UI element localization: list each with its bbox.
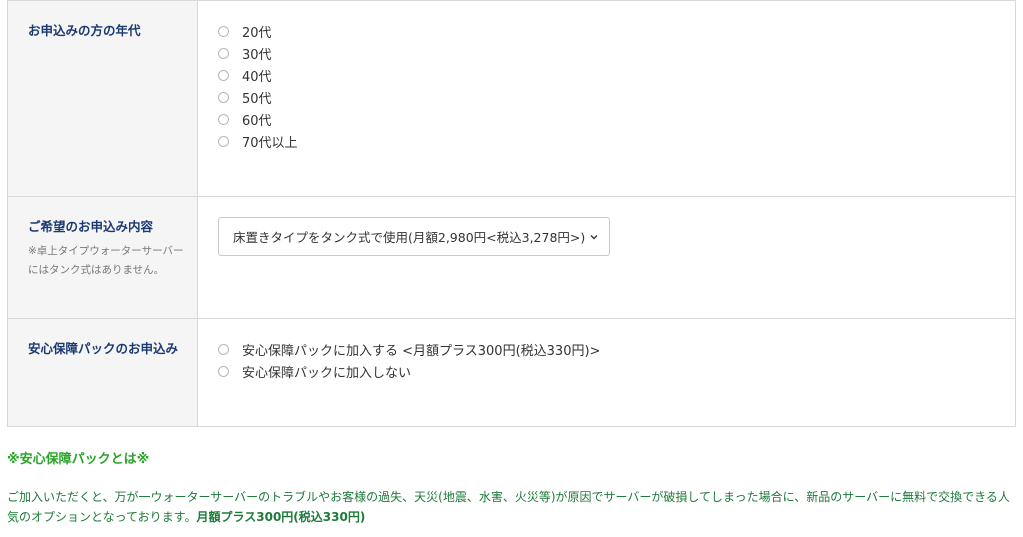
age-row: お申込みの方の年代 20代 30代 40代 50代 60代 70代以上 bbox=[8, 1, 1015, 197]
radio-label[interactable]: 70代以上 bbox=[242, 132, 298, 151]
plan-label: ご希望のお申込み内容 bbox=[28, 219, 154, 234]
radio-circle-icon[interactable] bbox=[218, 47, 229, 59]
pack-info-title: ※安心保障パックとは※ bbox=[7, 452, 150, 467]
chevron-down-icon bbox=[590, 234, 598, 239]
plan-select-cell: 床置きタイプをタンク式で使用(月額2,980円<税込3,278円>) bbox=[198, 197, 1015, 318]
plan-row: ご希望のお申込み内容 ※卓上タイプウォーターサーバーにはタンク式はありません。 … bbox=[8, 197, 1015, 319]
pack-info-description: ご加入いただくと、万が一ウォーターサーバーのトラブルやお客様の過失、天災(地震、… bbox=[7, 487, 1017, 527]
radio-circle-icon[interactable] bbox=[218, 91, 229, 103]
age-options: 20代 30代 40代 50代 60代 70代以上 bbox=[198, 1, 1015, 196]
radio-label[interactable]: 安心保障パックに加入しない bbox=[242, 362, 411, 381]
radio-age-60s[interactable]: 60代 bbox=[218, 108, 995, 130]
plan-label-cell: ご希望のお申込み内容 ※卓上タイプウォーターサーバーにはタンク式はありません。 bbox=[8, 197, 198, 318]
radio-age-40s[interactable]: 40代 bbox=[218, 64, 995, 86]
radio-label[interactable]: 20代 bbox=[242, 22, 272, 41]
radio-age-20s[interactable]: 20代 bbox=[218, 20, 995, 42]
radio-circle-icon[interactable] bbox=[218, 25, 229, 37]
radio-label[interactable]: 50代 bbox=[242, 88, 272, 107]
pack-price-emphasis: 月額プラス300円(税込330円) bbox=[196, 510, 366, 524]
radio-circle-icon[interactable] bbox=[218, 365, 229, 377]
radio-circle-icon[interactable] bbox=[218, 113, 229, 125]
pack-options: 安心保障パックに加入する <月額プラス300円(税込330円)> 安心保障パック… bbox=[198, 319, 1015, 426]
radio-label[interactable]: 60代 bbox=[242, 110, 272, 129]
radio-pack-decline[interactable]: 安心保障パックに加入しない bbox=[218, 360, 995, 382]
radio-age-70s-plus[interactable]: 70代以上 bbox=[218, 130, 995, 152]
radio-pack-join[interactable]: 安心保障パックに加入する <月額プラス300円(税込330円)> bbox=[218, 338, 995, 360]
radio-circle-icon[interactable] bbox=[218, 343, 229, 355]
application-form-table: お申込みの方の年代 20代 30代 40代 50代 60代 70代以上 ご希望の… bbox=[7, 0, 1016, 427]
age-label: お申込みの方の年代 bbox=[28, 23, 141, 38]
age-label-cell: お申込みの方の年代 bbox=[8, 1, 198, 196]
pack-row: 安心保障パックのお申込み 安心保障パックに加入する <月額プラス300円(税込3… bbox=[8, 319, 1015, 427]
radio-age-50s[interactable]: 50代 bbox=[218, 86, 995, 108]
pack-label: 安心保障パックのお申込み bbox=[28, 341, 179, 356]
radio-circle-icon[interactable] bbox=[218, 69, 229, 81]
pack-label-cell: 安心保障パックのお申込み bbox=[8, 319, 198, 426]
radio-circle-icon[interactable] bbox=[218, 135, 229, 147]
radio-age-30s[interactable]: 30代 bbox=[218, 42, 995, 64]
pack-desc-text: ご加入いただくと、万が一ウォーターサーバーのトラブルやお客様の過失、天災(地震、… bbox=[7, 490, 1010, 524]
plan-select[interactable]: 床置きタイプをタンク式で使用(月額2,980円<税込3,278円>) bbox=[218, 217, 610, 256]
radio-label[interactable]: 安心保障パックに加入する <月額プラス300円(税込330円)> bbox=[242, 340, 600, 359]
plan-select-value: 床置きタイプをタンク式で使用(月額2,980円<税込3,278円>) bbox=[233, 230, 586, 245]
radio-label[interactable]: 40代 bbox=[242, 66, 272, 85]
radio-label[interactable]: 30代 bbox=[242, 44, 272, 63]
plan-note: ※卓上タイプウォーターサーバーにはタンク式はありません。 bbox=[28, 245, 184, 276]
